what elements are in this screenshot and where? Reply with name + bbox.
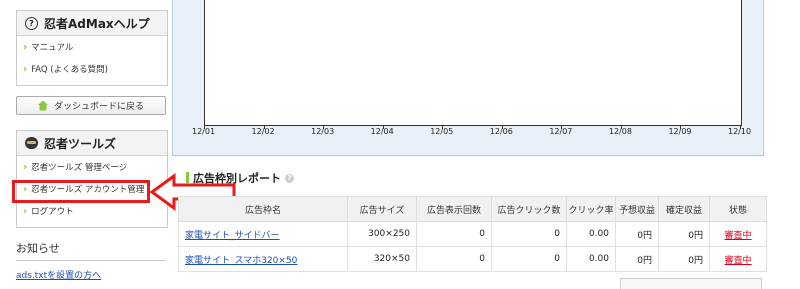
tools-item-admin-page[interactable]: › 忍者ツールズ 管理ページ [17,156,167,178]
ad-size: 320×50 [347,246,417,272]
table-row: 家電サイト_サイドバー 300×250 0 0 0.00 0円 0円 審査中 [178,221,767,247]
ctr: 0.00 [566,246,616,272]
column-header[interactable]: 予想収益 [615,196,659,222]
status-cell[interactable]: 審査中 [709,246,767,272]
x-tick-label: 12/10 [728,127,752,136]
status-cell[interactable]: 審査中 [709,221,767,247]
report-title-text: 広告枠別レポート [193,172,281,185]
x-tick-label: 12/06 [489,127,513,136]
clicks: 0 [491,246,567,272]
x-tick-label: 12/04 [370,127,394,136]
column-header[interactable]: 広告表示回数 [416,196,492,222]
tools-box-header: 忍者ツールズ [17,131,167,156]
question-circle-icon: ? [25,16,38,30]
chart-plot-area [204,0,742,126]
news-link[interactable]: ads.txtを設置の方へ [16,268,101,281]
chevron-right-icon: › [23,63,28,75]
ad-slot-link[interactable]: 家電サイト_サイドバー [185,231,280,241]
confirmed-revenue: 0円 [658,246,710,272]
x-tick-label: 12/07 [549,127,573,136]
chevron-right-icon: › [23,161,28,173]
tools-box-title: 忍者ツールズ [44,136,117,151]
estimated-revenue: 0円 [615,221,659,247]
tools-item-logout[interactable]: › ログアウト [17,200,167,222]
report-title: 広告枠別レポート ? [186,170,294,186]
ad-slot-link[interactable]: 家電サイト_スマホ320×50 [185,256,297,266]
clicks: 0 [491,221,567,247]
confirmed-revenue: 0円 [658,221,710,247]
help-icon[interactable]: ? [285,173,294,183]
estimated-revenue: 0円 [615,246,659,272]
column-header[interactable]: クリック率 [566,196,616,222]
help-box: ? 忍者AdMaxヘルプ › マニュアル › FAQ (よくある質問) [16,10,168,86]
help-item-label[interactable]: FAQ (よくある質問) [31,63,108,75]
impressions: 0 [416,221,492,247]
back-to-dashboard-label: ダッシュボードに戻る [53,102,144,112]
divider [16,260,166,261]
tools-item-label[interactable]: ログアウト [31,205,74,217]
x-tick-label: 12/01 [192,127,216,136]
impressions: 0 [416,246,492,272]
status-link[interactable]: 審査中 [724,231,751,241]
tools-box: 忍者ツールズ › 忍者ツールズ 管理ページ › 忍者ツールズ アカウント管理 ›… [16,130,168,228]
ad-size: 300×250 [347,221,417,247]
column-header[interactable]: 広告クリック数 [491,196,567,222]
status-link[interactable]: 審査中 [724,256,751,266]
ad-slot-name[interactable]: 家電サイト_スマホ320×50 [178,246,348,272]
column-header[interactable]: 広告枠名 [178,196,348,222]
ninja-icon [25,137,38,149]
title-accent-bar [186,172,189,184]
highlight-box [12,180,150,203]
help-box-header: ? 忍者AdMaxヘルプ [17,11,167,36]
x-tick-label: 12/02 [251,127,275,136]
home-icon [37,100,48,111]
chevron-right-icon: › [23,205,28,217]
x-tick-label: 12/03 [311,127,335,136]
help-box-title: 忍者AdMaxヘルプ [44,16,150,31]
column-header[interactable]: 確定収益 [658,196,710,222]
help-item-manual[interactable]: › マニュアル [17,36,167,58]
help-item-label[interactable]: マニュアル [31,41,73,53]
x-tick-label: 12/08 [608,127,632,136]
chart-panel: 12/01 12/02 12/03 12/04 12/05 12/06 12/07 12/08… [172,0,764,156]
chevron-right-icon: › [23,41,28,53]
column-header[interactable]: 状態 [709,196,767,222]
ctr: 0.00 [566,221,616,247]
ad-slot-name[interactable]: 家電サイト_サイドバー [178,221,348,247]
column-header[interactable]: 広告サイズ [347,196,417,222]
table-row: 家電サイト_スマホ320×50 320×50 0 0 0.00 0円 0円 審査… [178,246,767,272]
news-title: お知らせ [16,242,60,255]
x-tick-label: 12/09 [668,127,692,136]
table-header-row: 広告枠名 広告サイズ 広告表示回数 広告クリック数 クリック率 予想収益 確定収… [178,196,767,222]
tools-item-label[interactable]: 忍者ツールズ 管理ページ [31,161,127,173]
help-item-faq[interactable]: › FAQ (よくある質問) [17,58,167,80]
report-table: 広告枠名 広告サイズ 広告表示回数 広告クリック数 クリック率 予想収益 確定収… [178,196,767,272]
back-to-dashboard-button[interactable]: ダッシュボードに戻る [16,96,166,115]
x-tick-label: 12/05 [430,127,454,136]
